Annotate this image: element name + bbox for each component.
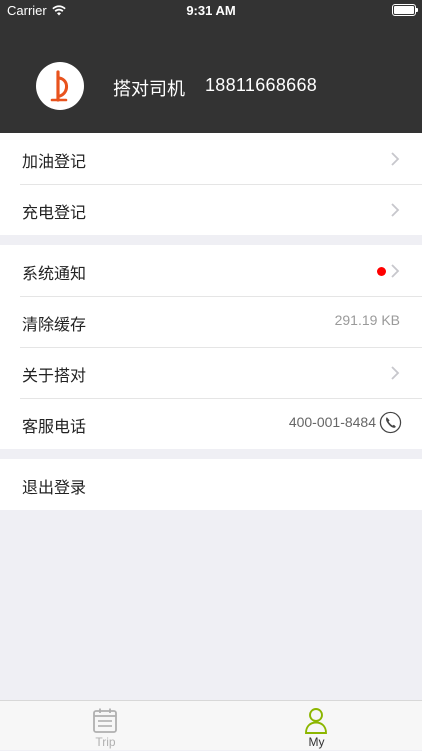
tab-bar: Trip My [0,700,422,750]
profile-name: 搭对司机 [113,79,185,99]
settings-group-account: 退出登录 [0,459,422,510]
tab-my[interactable]: My [211,701,422,751]
tab-trip[interactable]: Trip [0,701,211,751]
menu-item-label: 系统通知 [22,266,87,283]
phone-icon[interactable] [379,411,402,434]
battery-icon [392,4,418,16]
logout-label: 退出登录 [22,480,87,497]
menu-item-clear-cache[interactable]: 清除缓存 291.19 KB [0,296,422,347]
tab-label: Trip [95,735,116,749]
logout-button[interactable]: 退出登录 [0,459,422,510]
chevron-right-icon [391,264,400,278]
person-icon [305,708,327,734]
settings-group-general: 系统通知 清除缓存 291.19 KB 关于搭对 客服电话 400-001-84… [0,245,422,449]
menu-item-label: 充电登记 [22,205,87,222]
menu-item-label: 清除缓存 [22,317,87,334]
menu-item-label: 加油登记 [22,154,87,171]
settings-group-records: 加油登记 充电登记 [0,133,422,235]
logo-icon [50,70,68,102]
menu-item-about[interactable]: 关于搭对 [0,347,422,398]
chevron-right-icon [391,366,400,380]
profile-phone: 18811668668 [205,75,318,95]
cache-size: 291.19 KB [334,312,400,328]
tab-label: My [308,735,325,749]
menu-item-customer-service[interactable]: 客服电话 400-001-8484 [0,398,422,449]
chevron-right-icon [391,203,400,217]
notification-dot [377,267,386,276]
calendar-icon [93,708,117,733]
menu-item-refuel-record[interactable]: 加油登记 [0,133,422,184]
menu-item-label: 关于搭对 [22,368,87,385]
profile-header: Carrier 9:31 AM 搭对司机 18811668668 [0,0,422,133]
status-bar: Carrier 9:31 AM [0,0,422,22]
menu-item-charge-record[interactable]: 充电登记 [0,184,422,235]
avatar[interactable] [36,62,84,110]
clock: 9:31 AM [186,3,236,18]
chevron-right-icon [391,152,400,166]
menu-item-system-notifications[interactable]: 系统通知 [0,245,422,296]
menu-item-label: 客服电话 [22,419,87,436]
service-phone-number: 400-001-8484 [288,414,376,430]
